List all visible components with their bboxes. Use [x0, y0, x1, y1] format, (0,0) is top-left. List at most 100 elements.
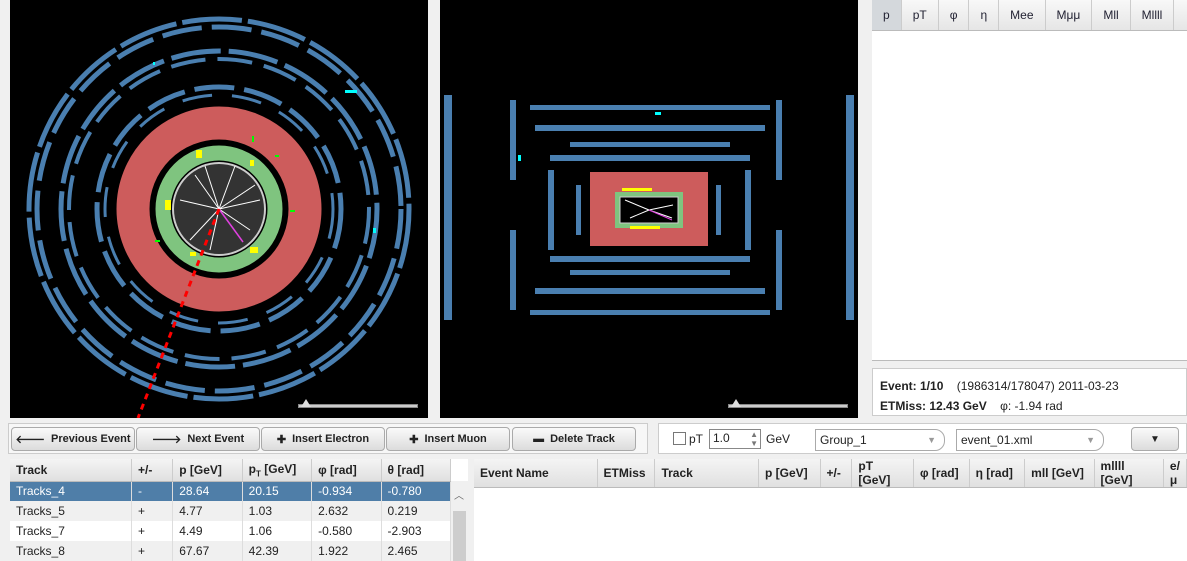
insert-muon-label: Insert Muon	[424, 433, 487, 445]
table-cell: -0.934	[311, 481, 382, 501]
file-select[interactable]: event_01.xml ▼	[956, 429, 1104, 451]
transverse-view[interactable]	[10, 0, 428, 419]
column-header[interactable]: pT [GeV]	[242, 459, 313, 482]
column-header[interactable]: p [GeV]	[758, 459, 821, 488]
tab-mee[interactable]: Mee	[999, 0, 1046, 30]
menu-button[interactable]: ▼	[1131, 427, 1179, 451]
longitudinal-detector-graphic	[444, 95, 854, 320]
table-row[interactable]: Tracks_5 +4.77 1.03 2.632 0.219	[10, 501, 452, 521]
column-header[interactable]: Track	[10, 459, 133, 482]
table-cell: +	[131, 501, 174, 521]
delete-track-label: Delete Track	[550, 433, 615, 445]
histogram-area	[872, 31, 1187, 361]
column-header[interactable]: mll [GeV]	[1024, 459, 1095, 488]
table-cell: +	[131, 541, 174, 561]
plus-icon: ✚	[409, 433, 419, 446]
track-table: Track +/- p [GeV] pT [GeV] φ [rad] θ [ra…	[10, 459, 468, 561]
pt-filter-checkbox[interactable]	[673, 432, 686, 445]
arrow-left-icon: 🡐	[15, 434, 46, 446]
longitudinal-view[interactable]	[440, 0, 858, 418]
next-label: Next Event	[187, 433, 245, 445]
table-row[interactable]: Tracks_4-28.64 20.15 -0.934 -0.780	[10, 481, 452, 501]
column-header[interactable]: e/μ	[1163, 459, 1187, 488]
column-header[interactable]: +/-	[131, 459, 174, 482]
table-cell: 4.49	[172, 521, 243, 541]
menu-icon: ▼	[1150, 433, 1160, 445]
table-row[interactable]: Tracks_7 +4.49 1.06 -0.580 -2.903	[10, 521, 452, 541]
event-table: Event Name ETMiss Track p [GeV] +/- pT [GeV] φ…	[474, 459, 1187, 561]
table-cell: -0.780	[381, 481, 452, 501]
table-cell: 1.06	[242, 521, 313, 541]
tab-p[interactable]: p	[872, 0, 902, 30]
chevron-down-icon: ▼	[1086, 435, 1095, 445]
table-cell: 2.632	[311, 501, 382, 521]
next-event-button[interactable]: 🡒 Next Event	[136, 427, 260, 451]
column-header[interactable]: pT [GeV]	[851, 459, 914, 488]
column-header[interactable]: +/-	[820, 459, 853, 488]
table-cell: Tracks_7	[10, 521, 133, 541]
previous-event-button[interactable]: 🡐 Previous Event	[11, 427, 135, 451]
column-header[interactable]: mllll [GeV]	[1094, 459, 1164, 488]
zoom-slider[interactable]	[298, 399, 418, 408]
pt-value-spinner[interactable]: 1.0 ▲ ▼	[709, 429, 761, 449]
column-header[interactable]: η [rad]	[969, 459, 1026, 488]
tab-phi[interactable]: φ	[939, 0, 970, 30]
table-header: Event Name ETMiss Track p [GeV] +/- pT [GeV] φ…	[474, 459, 1187, 488]
chevron-down-icon: ▼	[927, 435, 936, 445]
tab-mmumu[interactable]: Mμμ	[1046, 0, 1093, 30]
column-header[interactable]: p [GeV]	[172, 459, 243, 482]
table-cell: 0.219	[381, 501, 452, 521]
table-header: Track +/- p [GeV] pT [GeV] φ [rad] θ [ra…	[10, 459, 452, 482]
insert-electron-label: Insert Electron	[292, 433, 370, 445]
insert-electron-button[interactable]: ✚ Insert Electron	[261, 427, 385, 451]
transverse-detector-graphic	[26, 16, 412, 419]
pt-value: 1.0	[713, 431, 730, 445]
filter-toolbar: pT 1.0 ▲ ▼ GeV Group_1 ▼ event_01.xml ▼ ▼	[658, 423, 1187, 454]
table-cell: -	[131, 481, 174, 501]
column-header[interactable]: θ [rad]	[381, 459, 452, 482]
table-cell: Tracks_8	[10, 541, 133, 561]
minus-icon: ▬	[533, 433, 545, 445]
plus-icon: ✚	[276, 433, 287, 446]
scrollbar-thumb[interactable]	[453, 511, 466, 561]
table-cell: 20.15	[242, 481, 313, 501]
file-value: event_01.xml	[961, 433, 1033, 447]
group-value: Group_1	[820, 433, 867, 447]
tab-eta[interactable]: η	[969, 0, 1000, 30]
table-cell: Tracks_5	[10, 501, 133, 521]
table-cell: 1.922	[311, 541, 382, 561]
histogram-tabs: p pT φ η Mee Mμμ Mll Mllll	[872, 0, 1187, 31]
table-cell: 28.64	[172, 481, 243, 501]
previous-label: Previous Event	[51, 433, 131, 445]
event-info: Event: 1/10 (1986314/178047) 2011-03-23 …	[872, 368, 1187, 416]
event-counter: Event: 1/10	[880, 379, 944, 393]
etmiss-value: ETMiss: 12.43 GeV	[880, 399, 987, 413]
delete-track-button[interactable]: ▬ Delete Track	[512, 427, 636, 451]
column-header[interactable]: ETMiss	[597, 459, 656, 488]
column-header[interactable]: φ [rad]	[913, 459, 970, 488]
tab-pt[interactable]: pT	[902, 0, 939, 30]
arrow-right-icon: 🡒	[151, 434, 182, 446]
table-cell: Tracks_4	[10, 481, 133, 501]
group-select[interactable]: Group_1 ▼	[815, 429, 945, 451]
chevron-up-icon[interactable]: ︿	[454, 487, 464, 502]
table-cell: -0.580	[311, 521, 382, 541]
event-toolbar: 🡐 Previous Event 🡒 Next Event ✚ Insert Elec…	[8, 423, 648, 454]
insert-muon-button[interactable]: ✚ Insert Muon	[386, 427, 510, 451]
table-cell: 4.77	[172, 501, 243, 521]
tab-mll[interactable]: Mll	[1092, 0, 1131, 30]
column-header[interactable]: φ [rad]	[311, 459, 382, 482]
table-cell: 42.39	[242, 541, 313, 561]
zoom-slider[interactable]	[728, 399, 848, 408]
column-header[interactable]: Track	[654, 459, 759, 488]
spinner-arrows-icon[interactable]: ▲ ▼	[750, 430, 758, 448]
column-header[interactable]: Event Name	[474, 459, 598, 488]
scrollbar[interactable]: ︿	[451, 481, 468, 561]
table-row[interactable]: Tracks_8 +67.67 42.39 1.922 2.465	[10, 541, 452, 561]
table-cell: +	[131, 521, 174, 541]
histogram-panel: p pT φ η Mee Mμμ Mll Mllll Event: 1/10 (…	[868, 0, 1187, 418]
pt-unit: GeV	[766, 432, 791, 446]
tab-mllll[interactable]: Mllll	[1131, 0, 1175, 30]
pt-filter-label: pT	[689, 432, 704, 446]
table-cell: 67.67	[172, 541, 243, 561]
